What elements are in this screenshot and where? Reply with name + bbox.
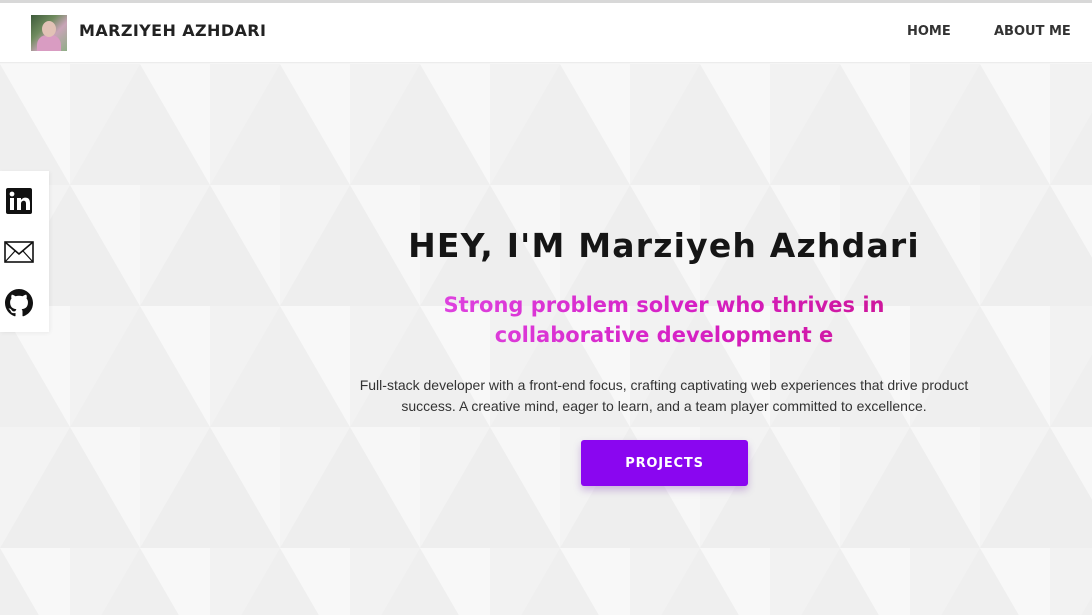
projects-button[interactable]: PROJECTS bbox=[581, 440, 748, 486]
navbar: MARZIYEH AZHDARI HOME ABOUT ME bbox=[0, 3, 1092, 63]
page: MARZIYEH AZHDARI HOME ABOUT ME HEY, I'M … bbox=[0, 0, 1092, 615]
mail-icon[interactable] bbox=[4, 237, 34, 267]
github-icon[interactable] bbox=[4, 288, 34, 318]
hero-description: Full-stack developer with a front-end fo… bbox=[359, 377, 969, 414]
avatar-face bbox=[42, 21, 56, 37]
mail-svg bbox=[4, 241, 34, 263]
hero-title: HEY, I'M Marziyeh Azhdari bbox=[408, 226, 920, 265]
linkedin-icon[interactable] bbox=[4, 186, 34, 216]
brand-name[interactable]: MARZIYEH AZHDARI bbox=[79, 21, 266, 40]
linkedin-svg bbox=[6, 188, 32, 214]
avatar[interactable] bbox=[31, 15, 67, 51]
github-svg bbox=[5, 289, 33, 317]
nav-home[interactable]: HOME bbox=[907, 24, 951, 39]
nav-about-me[interactable]: ABOUT ME bbox=[994, 24, 1071, 39]
hero-subtitle: Strong problem solver who thrives in col… bbox=[380, 290, 948, 350]
social-sidebar bbox=[0, 171, 49, 332]
avatar-body bbox=[37, 35, 61, 51]
